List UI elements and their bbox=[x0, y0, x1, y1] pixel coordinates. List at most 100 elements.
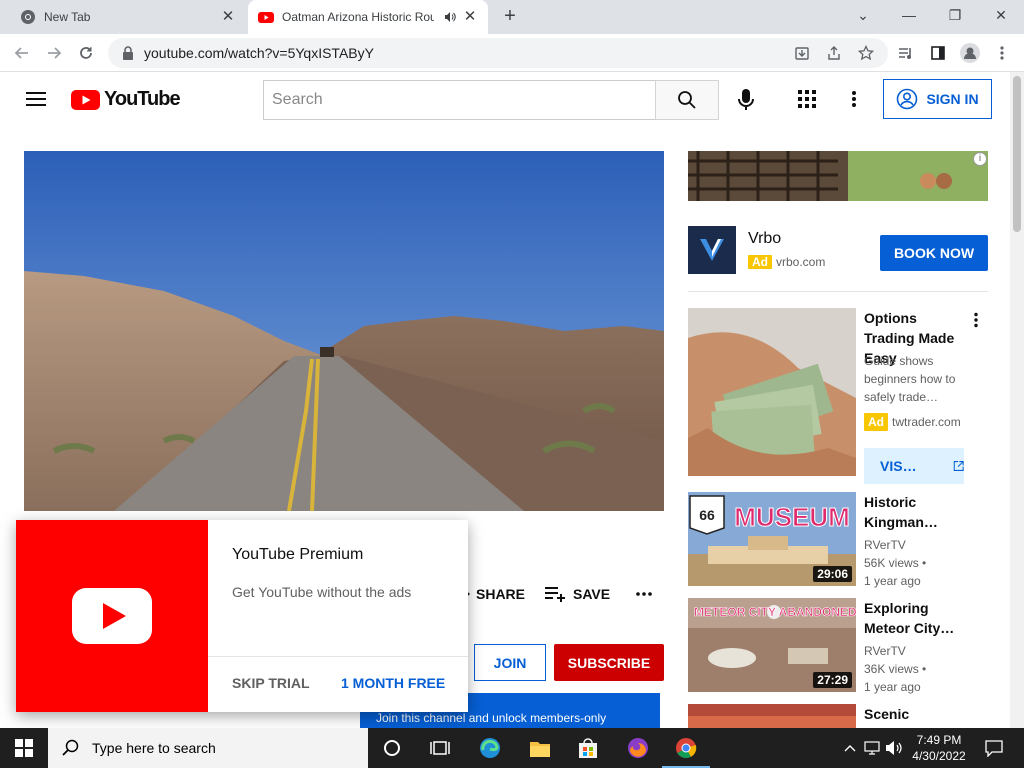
file-explorer-icon[interactable] bbox=[528, 736, 552, 760]
vrbo-logo-icon bbox=[700, 239, 724, 261]
video-title[interactable]: Exploring Meteor City… bbox=[864, 598, 974, 638]
subscribe-button[interactable]: SUBSCRIBE bbox=[554, 644, 664, 681]
premium-title: YouTube Premium bbox=[232, 546, 364, 563]
taskbar-search-placeholder: Type here to search bbox=[92, 740, 216, 756]
ad-badge: Ad bbox=[864, 413, 888, 431]
trading-ad-card[interactable]: Options Trading Made Easy Guide shows be… bbox=[688, 308, 988, 484]
notification-icon[interactable] bbox=[982, 736, 1006, 760]
firefox-icon[interactable] bbox=[626, 736, 650, 760]
video-age: 1 year ago bbox=[864, 680, 921, 694]
apps-grid-icon[interactable] bbox=[798, 90, 816, 113]
tab-search-icon[interactable]: ⌄ bbox=[840, 0, 886, 30]
network-icon[interactable] bbox=[860, 736, 884, 760]
store-icon[interactable] bbox=[576, 736, 600, 760]
save-button[interactable]: SAVE bbox=[545, 584, 610, 604]
visit-site-button[interactable]: VIS… bbox=[864, 448, 964, 484]
voice-search-button[interactable] bbox=[736, 88, 756, 117]
sign-in-button[interactable]: SIGN IN bbox=[883, 79, 992, 119]
ad-description: Guide shows beginners how to safely trad… bbox=[864, 354, 956, 404]
minimize-button[interactable]: — bbox=[886, 0, 932, 30]
restore-button[interactable]: ❐ bbox=[932, 0, 978, 30]
scrollbar-thumb[interactable] bbox=[1013, 76, 1021, 232]
sign-in-label: SIGN IN bbox=[926, 91, 979, 107]
scenic-thumbnail-image bbox=[688, 704, 856, 728]
forward-arrow-icon[interactable] bbox=[42, 41, 66, 65]
video-player[interactable] bbox=[24, 151, 664, 511]
browser-toolbar: youtube.com/watch?v=5YqxISTAByY bbox=[0, 34, 1024, 72]
cortana-icon[interactable] bbox=[380, 736, 404, 760]
search-icon bbox=[678, 91, 696, 109]
hamburger-menu-icon[interactable] bbox=[26, 91, 46, 112]
video-title[interactable]: Scenic bbox=[864, 704, 974, 724]
video-thumbnail[interactable]: 66 MUSEUM 29:06 bbox=[688, 492, 856, 586]
bookmark-star-icon[interactable] bbox=[854, 41, 878, 65]
svg-text:66: 66 bbox=[699, 507, 715, 523]
ad-banner-image[interactable]: i bbox=[688, 151, 988, 201]
youtube-logo[interactable]: YouTube bbox=[71, 88, 181, 111]
microphone-icon bbox=[738, 89, 754, 110]
close-icon[interactable]: ✕ bbox=[462, 9, 478, 25]
vrbo-ad[interactable]: Vrbo Ad vrbo.com BOOK NOW bbox=[688, 226, 988, 278]
video-channel[interactable]: RVerTV bbox=[864, 642, 906, 660]
system-clock[interactable]: 7:49 PM 4/30/2022 bbox=[902, 732, 976, 764]
task-view-icon[interactable] bbox=[428, 736, 452, 760]
related-video[interactable]: 66 MUSEUM 29:06 Historic Kingman… RVerTV… bbox=[688, 492, 988, 588]
video-views: 56K views bbox=[864, 556, 919, 570]
search-button[interactable] bbox=[655, 80, 719, 120]
video-thumbnail[interactable] bbox=[688, 704, 856, 728]
month-free-button[interactable]: 1 MONTH FREE bbox=[341, 675, 445, 691]
cabin-ad-image bbox=[688, 151, 988, 201]
new-tab-button[interactable]: + bbox=[500, 6, 520, 26]
tab-new-tab[interactable]: New Tab ✕ bbox=[0, 0, 246, 34]
search-input[interactable]: Search bbox=[263, 80, 656, 120]
back-arrow-icon[interactable] bbox=[10, 41, 34, 65]
youtube-logo-text: YouTube bbox=[104, 88, 181, 110]
share-label: SHARE bbox=[476, 586, 526, 602]
speaker-icon[interactable] bbox=[444, 11, 456, 23]
video-title[interactable]: Historic Kingman… bbox=[864, 492, 974, 532]
ad-brand: Vrbo bbox=[748, 230, 782, 247]
close-icon[interactable]: ✕ bbox=[220, 9, 236, 25]
horizontal-dots-icon bbox=[636, 592, 652, 596]
page-scrollbar[interactable] bbox=[1010, 72, 1024, 728]
media-control-icon[interactable] bbox=[894, 41, 918, 65]
taskbar-search-input[interactable]: Type here to search bbox=[48, 728, 368, 768]
window-close-button[interactable]: ✕ bbox=[978, 0, 1024, 30]
share-page-icon[interactable] bbox=[822, 41, 846, 65]
video-channel[interactable]: RVerTV bbox=[864, 536, 906, 554]
more-actions-button[interactable] bbox=[636, 584, 652, 604]
join-button[interactable]: JOIN bbox=[474, 644, 546, 681]
side-panel-icon[interactable] bbox=[926, 41, 950, 65]
clock-time: 7:49 PM bbox=[916, 733, 962, 747]
save-label: SAVE bbox=[573, 586, 611, 602]
windows-taskbar: Type here to search 7:49 PM 4/30/2022 bbox=[0, 728, 1024, 768]
chrome-menu-icon[interactable] bbox=[990, 41, 1014, 65]
more-options-icon[interactable] bbox=[852, 90, 856, 113]
tray-chevron-icon[interactable] bbox=[838, 736, 862, 760]
visit-label: VIS… bbox=[880, 458, 917, 474]
windows-start-icon[interactable] bbox=[12, 736, 36, 760]
tab-youtube-video[interactable]: Oatman Arizona Historic Route 66 ✕ bbox=[248, 0, 488, 34]
related-video[interactable]: Scenic bbox=[688, 704, 988, 728]
ad-info-icon[interactable]: i bbox=[973, 152, 987, 166]
video-thumbnail[interactable]: METEOR CITY ABANDONED 27:29 bbox=[688, 598, 856, 692]
profile-avatar-icon[interactable] bbox=[958, 41, 982, 65]
chrome-taskbar-icon[interactable] bbox=[674, 736, 698, 760]
ad-thumbnail[interactable] bbox=[688, 308, 856, 476]
account-icon bbox=[897, 88, 918, 110]
reload-icon[interactable] bbox=[74, 41, 98, 65]
clock-date: 4/30/2022 bbox=[912, 749, 966, 763]
premium-subtitle: Get YouTube without the ads bbox=[232, 584, 412, 600]
address-bar[interactable]: youtube.com/watch?v=5YqxISTAByY bbox=[108, 38, 888, 68]
ad-menu-icon[interactable] bbox=[974, 312, 978, 333]
ad-domain: vrbo.com bbox=[776, 255, 826, 269]
add-to-playlist-icon bbox=[545, 587, 565, 602]
book-now-button[interactable]: BOOK NOW bbox=[880, 235, 988, 271]
search-icon bbox=[62, 739, 79, 756]
money-hands-image bbox=[688, 308, 856, 476]
edge-icon[interactable] bbox=[478, 736, 502, 760]
related-video[interactable]: METEOR CITY ABANDONED 27:29 Exploring Me… bbox=[688, 598, 988, 694]
skip-trial-button[interactable]: SKIP TRIAL bbox=[232, 675, 310, 691]
install-icon[interactable] bbox=[790, 41, 814, 65]
youtube-icon bbox=[258, 12, 274, 23]
